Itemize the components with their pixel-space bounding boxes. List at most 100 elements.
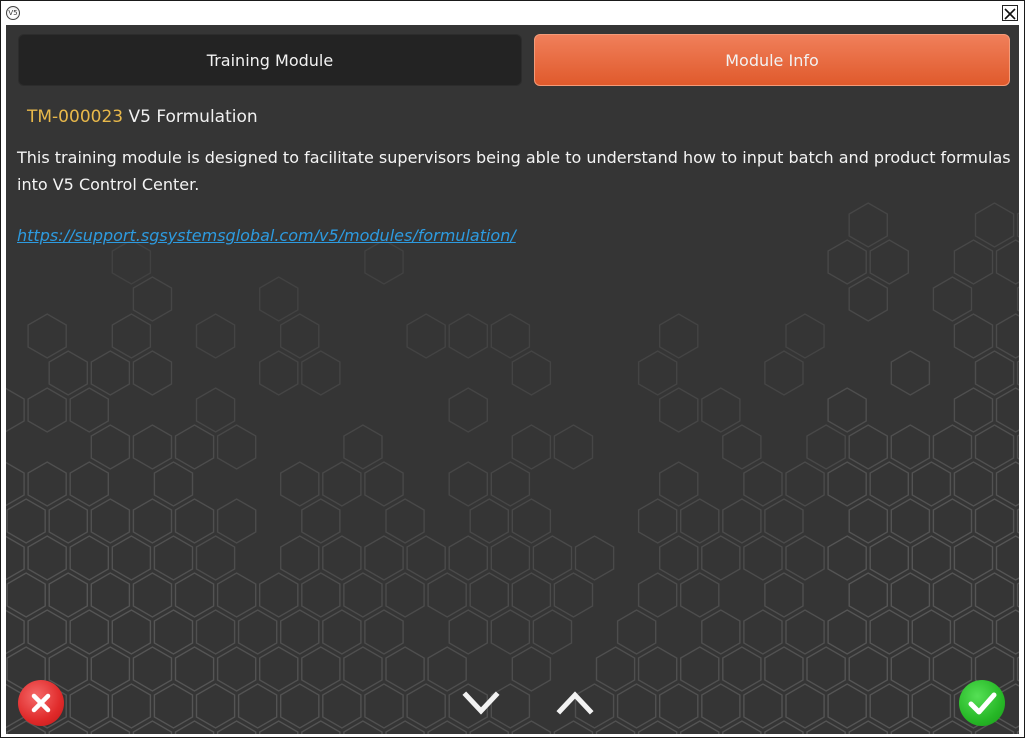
hexagon-shape: [427, 572, 467, 618]
hexagon-shape: [343, 646, 383, 692]
hexagon-shape: [174, 572, 215, 618]
hexagon-shape: [469, 572, 509, 618]
hexagon-shape: [764, 498, 804, 544]
hexagon-shape: [111, 609, 152, 655]
hexagon-shape: [953, 461, 994, 507]
hexagon-shape: [364, 609, 404, 655]
hexagon-shape: [174, 646, 215, 692]
hexagon-shape: [659, 313, 699, 359]
hexagon-shape: [132, 498, 173, 544]
hexagon-shape: [806, 424, 846, 470]
hexagon-shape: [911, 683, 952, 729]
hexagon-shape: [406, 535, 446, 581]
hexagon-shape: [974, 350, 1015, 396]
scroll-up-button[interactable]: [555, 687, 595, 719]
hexagon-shape: [785, 461, 825, 507]
hexagon-shape: [153, 683, 194, 729]
hexagon-shape: [659, 535, 699, 581]
hexagon-shape: [680, 646, 720, 692]
hexagon-shape: [216, 572, 257, 618]
hexagon-shape: [743, 461, 783, 507]
hexagon-shape: [90, 350, 131, 396]
hexagon-shape: [511, 350, 552, 396]
hexagon-shape: [932, 424, 973, 470]
hexagon-shape: [364, 461, 404, 507]
hexagon-shape: [722, 424, 762, 470]
hexagon-shape: [932, 498, 973, 544]
hexagon-shape: [595, 646, 636, 692]
hexagon-shape: [322, 461, 362, 507]
hexagon-shape: [132, 350, 173, 396]
confirm-button[interactable]: [959, 680, 1005, 726]
hexagon-shape: [132, 276, 173, 322]
hexagon-shape: [364, 535, 404, 581]
hexagon-shape: [364, 683, 404, 729]
hexagon-shape: [448, 313, 488, 359]
hexagon-shape: [132, 646, 173, 692]
hexagon-shape: [911, 461, 952, 507]
chevron-up-icon: [556, 691, 594, 715]
hexagon-shape: [1016, 582, 1019, 608]
hexagon-shape: [406, 313, 446, 359]
hexagon-shape: [490, 461, 531, 507]
hexagon-shape: [111, 313, 152, 359]
hexagon-shape: [6, 572, 46, 618]
hexagon-shape: [385, 498, 425, 544]
hexagon-shape: [574, 535, 615, 581]
hexagon-shape: [616, 609, 657, 655]
hexagon-shape: [343, 572, 383, 618]
hexagon-shape: [785, 313, 825, 359]
hexagon-shape: [995, 609, 1019, 655]
main-panel: Training Module Module Info TM-000023 V5…: [6, 25, 1019, 734]
hexagon-shape: [27, 609, 67, 655]
hexagon-shape: [69, 609, 110, 655]
hexagon-shape: [722, 646, 762, 692]
tab-training-module[interactable]: Training Module: [18, 34, 522, 86]
hexagon-shape: [90, 498, 131, 544]
hexagon-shape: [995, 239, 1019, 285]
hexagon-shape: [637, 572, 678, 618]
hexagon-shape: [911, 609, 952, 655]
hexagon-shape: [258, 572, 299, 618]
hexagon-shape: [827, 461, 867, 507]
hexagon-shape: [511, 646, 552, 692]
hexagon-shape: [701, 683, 741, 729]
hexagon-shape: [153, 461, 194, 507]
hexagon-shape: [764, 572, 804, 618]
scroll-down-button[interactable]: [461, 687, 501, 719]
hexagon-shape: [364, 239, 404, 285]
hexagon-shape: [1016, 286, 1019, 312]
hexagon-shape: [953, 609, 994, 655]
hexagon-shape: [532, 535, 573, 581]
hexagon-shape: [195, 313, 236, 359]
close-window-button[interactable]: [1002, 5, 1018, 21]
hexagon-shape: [216, 646, 257, 692]
hexagon-shape: [258, 350, 299, 396]
hexagon-shape: [280, 461, 320, 507]
hexagon-shape: [6, 461, 25, 507]
hexagon-shape: [1016, 508, 1019, 534]
cancel-button[interactable]: [18, 680, 64, 726]
hexagon-shape: [890, 498, 931, 544]
hexagon-shape: [827, 683, 867, 729]
hexagon-shape: [174, 424, 215, 470]
hexagon-shape: [659, 461, 699, 507]
hexagon-shape: [111, 239, 152, 285]
hexagon-shape: [69, 387, 110, 433]
hexagon-shape: [27, 461, 67, 507]
hexagon-shape: [911, 535, 952, 581]
hexagon-shape: [743, 535, 783, 581]
hexagon-shape: [280, 609, 320, 655]
tab-module-info[interactable]: Module Info: [534, 34, 1010, 86]
hexagon-shape: [995, 313, 1019, 359]
module-support-link[interactable]: https://support.sgsystemsglobal.com/v5/m…: [17, 226, 516, 245]
hexagon-shape: [237, 683, 278, 729]
hexagon-shape: [69, 535, 110, 581]
hexagon-shape: [1016, 212, 1019, 238]
hexagon-shape: [6, 498, 46, 544]
hexagon-shape: [659, 683, 699, 729]
hexagon-shape: [258, 276, 299, 322]
hexagon-shape: [69, 461, 110, 507]
hexagon-shape: [469, 498, 509, 544]
hexagon-shape: [427, 646, 467, 692]
